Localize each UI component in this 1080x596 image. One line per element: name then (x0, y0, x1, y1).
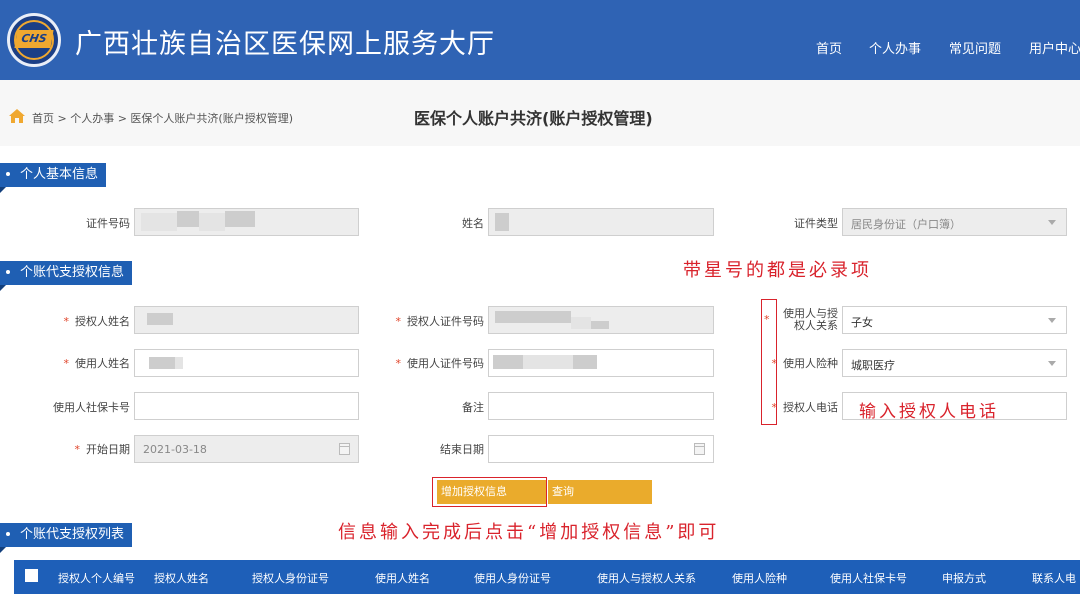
grantor-id-label: * 授权人证件号码 (395, 315, 485, 328)
card-field[interactable] (134, 392, 359, 420)
column-header[interactable]: 使用人姓名 (375, 570, 430, 586)
section-authorize-label: 个账代支授权信息 (20, 265, 125, 280)
user-name-field[interactable] (134, 349, 359, 377)
grantor-id-field[interactable] (488, 306, 714, 334)
chs-logo: CHS (7, 13, 61, 67)
annotation-phone-note: 输入授权人电话 (859, 402, 999, 422)
section-list-label: 个账代支授权列表 (20, 527, 125, 542)
end-date-label: 结束日期 (440, 443, 484, 456)
grantor-name-label: * 授权人姓名 (63, 315, 131, 328)
calendar-icon[interactable] (339, 443, 350, 455)
end-date-field[interactable] (488, 435, 714, 463)
id-number-field (134, 208, 359, 236)
section-list: 个账代支授权列表 (0, 523, 133, 553)
card-label: 使用人社保卡号 (53, 401, 130, 414)
id-number-label: 证件号码 (86, 217, 130, 230)
select-all-checkbox[interactable] (25, 569, 38, 582)
home-icon[interactable] (8, 108, 26, 124)
column-header[interactable]: 联系人电 (1032, 570, 1076, 586)
nav-faq[interactable]: 常见问题 (949, 38, 1001, 57)
id-type-label: 证件类型 (794, 217, 838, 230)
remark-field[interactable] (488, 392, 714, 420)
remark-label: 备注 (462, 401, 484, 414)
insurance-select[interactable]: 城职医疗 (842, 349, 1067, 377)
nav-user-center[interactable]: 用户中心 (1029, 38, 1080, 57)
relation-select[interactable]: 子女 (842, 306, 1067, 334)
column-header[interactable]: 授权人身份证号 (252, 570, 329, 586)
id-type-select: 居民身份证（户口簿） (842, 208, 1067, 236)
section-basic-label: 个人基本信息 (20, 167, 99, 182)
logo-text: CHS (14, 30, 54, 48)
column-header[interactable]: 使用人险种 (732, 570, 787, 586)
id-type-value: 居民身份证（户口簿） (851, 218, 961, 231)
name-label: 姓名 (462, 217, 484, 230)
table-header: 授权人个人编号 授权人姓名 授权人身份证号 使用人姓名 使用人身份证号 使用人与… (14, 560, 1080, 594)
user-name-label: * 使用人姓名 (63, 357, 131, 370)
calendar-icon[interactable] (694, 443, 705, 455)
name-field (488, 208, 714, 236)
column-header[interactable]: 授权人姓名 (154, 570, 209, 586)
column-header[interactable]: 使用人身份证号 (474, 570, 551, 586)
column-header[interactable]: 授权人个人编号 (58, 570, 135, 586)
start-date-label: * 开始日期 (74, 443, 131, 456)
chevron-down-icon (1048, 361, 1056, 366)
annotation-required-note: 带星号的都是必录项 (683, 260, 872, 281)
top-header: CHS 广西壮族自治区医保网上服务大厅 首页 个人办事 常见问题 用户中心 (0, 0, 1080, 80)
relation-value: 子女 (851, 316, 873, 329)
phone-field[interactable]: 输入授权人电话 (842, 392, 1067, 422)
annotation-add-button-box (432, 477, 547, 507)
site-title: 广西壮族自治区医保网上服务大厅 (75, 29, 495, 60)
section-basic-info: 个人基本信息 (0, 163, 107, 193)
breadcrumb-bar: 首页 > 个人办事 > 医保个人账户共济(账户授权管理) 医保个人账户共济(账户… (0, 80, 1080, 146)
chevron-down-icon (1048, 220, 1056, 225)
query-button[interactable]: 查询 (548, 480, 652, 504)
nav-personal[interactable]: 个人办事 (869, 38, 921, 57)
start-date-value: 2021-03-18 (143, 443, 207, 456)
annotation-asterisk-box (761, 299, 777, 425)
chevron-down-icon (1048, 318, 1056, 323)
relation-label: 使用人与授权人关系 (783, 307, 838, 332)
grantor-name-field[interactable] (134, 306, 359, 334)
section-authorize: 个账代支授权信息 (0, 261, 133, 291)
page-title: 医保个人账户共济(账户授权管理) (414, 109, 653, 128)
nav-home[interactable]: 首页 (816, 38, 842, 57)
column-header[interactable]: 申报方式 (942, 570, 986, 586)
column-header[interactable]: 使用人与授权人关系 (597, 570, 696, 586)
user-id-field[interactable] (488, 349, 714, 377)
column-header[interactable]: 使用人社保卡号 (830, 570, 907, 586)
annotation-finish-note: 信息输入完成后点击“增加授权信息”即可 (338, 522, 720, 543)
insurance-value: 城职医疗 (851, 359, 895, 372)
start-date-field[interactable]: 2021-03-18 (134, 435, 359, 463)
breadcrumb[interactable]: 首页 > 个人办事 > 医保个人账户共济(账户授权管理) (32, 110, 293, 126)
user-id-label: * 使用人证件号码 (395, 357, 485, 370)
